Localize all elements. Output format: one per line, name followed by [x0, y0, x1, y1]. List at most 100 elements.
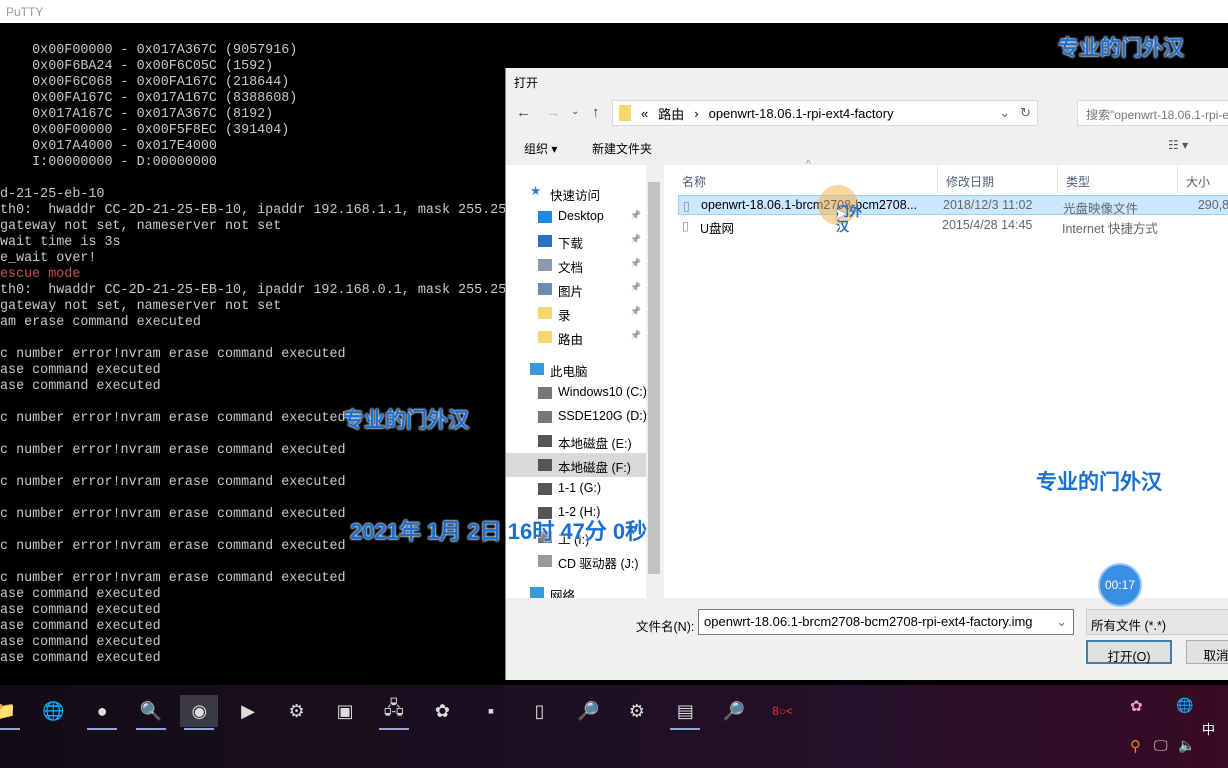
file-row[interactable]: ▯U盘网2015/4/28 14:45Internet 快捷方式1	[678, 216, 1228, 236]
filename-value: openwrt-18.06.1-brcm2708-bcm2708-rpi-ext…	[704, 614, 1033, 629]
pin-icon[interactable]: 📌	[630, 210, 641, 221]
open-button[interactable]: 打开(O)	[1086, 640, 1172, 664]
terminal-line: c number error!nvram erase command execu…	[0, 347, 346, 362]
nav-item-label: SSDE120G (D:)	[558, 409, 646, 423]
nav-item[interactable]: ★ 快速访问	[506, 181, 646, 205]
nav-scrollbar-thumb[interactable]	[648, 182, 660, 574]
dialog-title: 打开	[514, 76, 539, 90]
terminal-line: ase command executed	[0, 587, 161, 602]
flower-app-icon[interactable]: ✿	[423, 695, 461, 727]
organize-button[interactable]: 组织 ▾	[524, 140, 557, 157]
file-explorer-icon[interactable]: 📁	[0, 695, 24, 730]
putty-title-bar: PuTTY	[0, 0, 1228, 23]
nav-item[interactable]: 此电脑	[506, 357, 646, 381]
search-folder-icon[interactable]: 🔎	[715, 695, 753, 727]
chevron-down-icon[interactable]: ⌄	[999, 105, 1010, 121]
nav-item-label: 快速访问	[550, 189, 601, 203]
network-icon[interactable]: 🖵	[1154, 737, 1168, 754]
app-icon[interactable]: ▣	[326, 695, 364, 727]
pin-icon[interactable]: 📌	[630, 306, 641, 317]
nav-item[interactable]: SSDE120G (D:)	[506, 405, 646, 429]
tray-idm-icon[interactable]: 🌐	[1176, 697, 1193, 714]
nav-item[interactable]: 本地磁盘 (E:)	[506, 429, 646, 453]
nav-item[interactable]: 下载 📌	[506, 229, 646, 253]
pin-icon[interactable]: 📌	[630, 282, 641, 293]
recent-dropdown-icon[interactable]: ⌄	[571, 106, 579, 117]
volume-icon[interactable]: 🔈	[1178, 737, 1195, 754]
remote-desktop-icon[interactable]: ▤	[666, 695, 704, 730]
chrome-icon[interactable]: ◉	[180, 695, 219, 730]
pin-icon[interactable]: 📌	[630, 234, 641, 245]
document-icon[interactable]: ▯	[521, 695, 559, 727]
breadcrumb-current[interactable]: openwrt-18.06.1-rpi-ext4-factory	[709, 106, 894, 121]
watermark: 专业的门外汉	[1036, 471, 1162, 494]
nav-item[interactable]: 图片 📌	[506, 277, 646, 301]
up-button[interactable]: ↑	[592, 104, 600, 121]
address-bar[interactable]: « 路由 › openwrt-18.06.1-rpi-ext4-factory …	[612, 100, 1038, 126]
refresh-icon[interactable]: ↻	[1020, 105, 1031, 121]
nav-item[interactable]: Windows10 (C:)	[506, 381, 646, 405]
back-button[interactable]: ←	[516, 104, 531, 121]
file-type: Internet 快捷方式	[1062, 222, 1158, 236]
filename-input[interactable]: openwrt-18.06.1-brcm2708-bcm2708-rpi-ext…	[698, 609, 1074, 635]
terminal-line: wait time is 3s	[0, 235, 121, 250]
cancel-button[interactable]: 取消	[1186, 640, 1228, 664]
column-header-name[interactable]: 名称	[674, 165, 938, 193]
nav-item-label: 下载	[558, 237, 584, 251]
tray-flower-icon[interactable]: ✿	[1130, 697, 1143, 715]
pin-icon[interactable]: 📌	[630, 258, 641, 269]
breadcrumb-overflow[interactable]: «	[641, 106, 648, 121]
nav-item-label: 文档	[558, 261, 584, 275]
nav-item[interactable]: 本地磁盘 (F:)	[506, 453, 646, 477]
nav-item[interactable]: 录 📌	[506, 301, 646, 325]
nav-item[interactable]: 1-1 (G:)	[506, 477, 646, 501]
cd-drive-icon	[538, 555, 552, 567]
file-date: 2018/12/3 11:02	[943, 198, 1033, 212]
filename-label: 文件名(N):	[636, 620, 695, 634]
media-player-icon[interactable]: ▶	[229, 695, 267, 727]
drive-icon	[538, 411, 552, 423]
column-header-date[interactable]: 修改日期	[938, 165, 1058, 193]
column-header-type[interactable]: 类型	[1058, 165, 1178, 193]
breadcrumb-parent[interactable]: 路由	[658, 104, 684, 123]
file-row[interactable]: ▯ openwrt-18.06.1-brcm2708-bcm2708... 2018…	[678, 195, 1228, 216]
ime-indicator[interactable]: 中	[1202, 719, 1215, 738]
idm-icon[interactable]: 🌐	[35, 695, 73, 727]
pin-icon[interactable]: 📌	[630, 330, 641, 341]
network-tool-icon[interactable]: 🖧	[375, 695, 413, 730]
tray-search-icon[interactable]: ⚲	[1130, 737, 1141, 755]
terminal-line: gateway not set, nameserver not set	[0, 299, 282, 314]
nav-item[interactable]: Desktop 📌	[506, 205, 646, 229]
star-icon: ★	[530, 184, 542, 198]
watermark: 专业的门外汉	[343, 409, 469, 432]
column-header-size[interactable]: 大小	[1178, 165, 1228, 193]
search-input[interactable]: 搜索"openwrt-18.06.1-rpi-ext4-factory"	[1077, 100, 1228, 126]
terminal-line: ase command executed	[0, 603, 161, 618]
nav-item[interactable]: CD 驱动器 (J:)	[506, 549, 646, 573]
new-folder-button[interactable]: 新建文件夹	[592, 140, 652, 157]
forward-button[interactable]: →	[546, 104, 561, 121]
nav-item[interactable]: 文档 📌	[506, 253, 646, 277]
terminal-line: 0x00F6C068 - 0x00FA167C (218644)	[0, 75, 290, 90]
nav-item-label: Desktop	[558, 209, 604, 223]
window-title: PuTTY	[6, 5, 44, 19]
filetype-select[interactable]: 所有文件 (*.*)	[1086, 609, 1228, 635]
file-date: 2015/4/28 14:45	[942, 218, 1033, 232]
recording-timer[interactable]: 00:17	[1098, 563, 1142, 607]
gear-app-icon[interactable]: ⚙	[278, 695, 316, 727]
gear-app-icon[interactable]: ⚙	[618, 695, 656, 727]
terminal-line: 0x017A167C - 0x017A367C (8192)	[0, 107, 274, 122]
nav-item-label: 1-1 (G:)	[558, 481, 602, 495]
dialog-toolbar: 组织 ▾ 新建文件夹 ☷ ▾	[506, 130, 1228, 164]
app-icon[interactable]: ▪	[472, 695, 510, 727]
nav-item[interactable]: 路由 📌	[506, 325, 646, 349]
search-folder-icon[interactable]: 🔎	[569, 695, 607, 727]
app-icon[interactable]: 8○<	[764, 695, 802, 727]
app-icon[interactable]: ●	[83, 695, 121, 730]
file-size: 290,816	[1197, 198, 1228, 212]
dialog-footer: 文件名(N): openwrt-18.06.1-brcm2708-bcm2708…	[506, 598, 1228, 680]
search-tool-icon[interactable]: 🔍	[132, 695, 170, 730]
terminal-output[interactable]: 0x00F00000 - 0x017A367C (9057916) 0x00F6…	[0, 23, 505, 685]
view-options-button[interactable]: ☷ ▾	[1168, 138, 1188, 152]
chevron-down-icon[interactable]: ⌄	[1056, 614, 1067, 630]
